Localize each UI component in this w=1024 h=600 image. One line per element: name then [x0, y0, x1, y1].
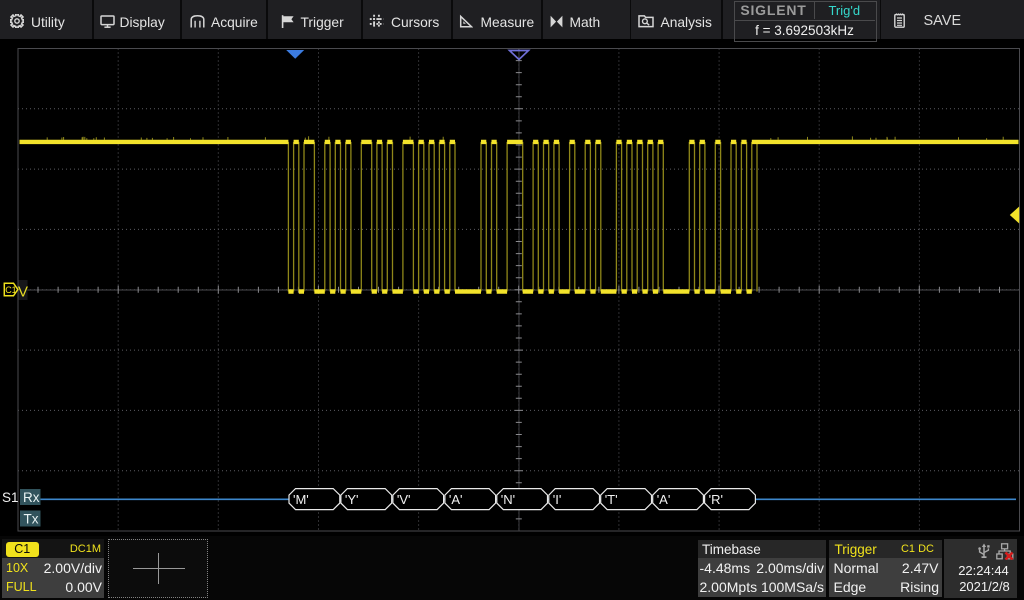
svg-text:'T': 'T' — [605, 492, 618, 507]
svg-text:'A': 'A' — [657, 492, 671, 507]
svg-text:S1: S1 — [2, 490, 19, 505]
svg-text:'N': 'N' — [501, 492, 515, 507]
svg-text:V: V — [18, 284, 28, 301]
svg-text:'I': 'I' — [553, 492, 562, 507]
svg-text:Tx: Tx — [24, 512, 39, 527]
svg-text:'Y': 'Y' — [345, 492, 359, 507]
svg-text:Rx: Rx — [23, 490, 40, 505]
svg-text:'A': 'A' — [449, 492, 463, 507]
svg-text:C1: C1 — [5, 285, 17, 295]
svg-text:'M': 'M' — [293, 492, 309, 507]
svg-text:'R': 'R' — [709, 492, 723, 507]
svg-text:'V': 'V' — [397, 492, 411, 507]
